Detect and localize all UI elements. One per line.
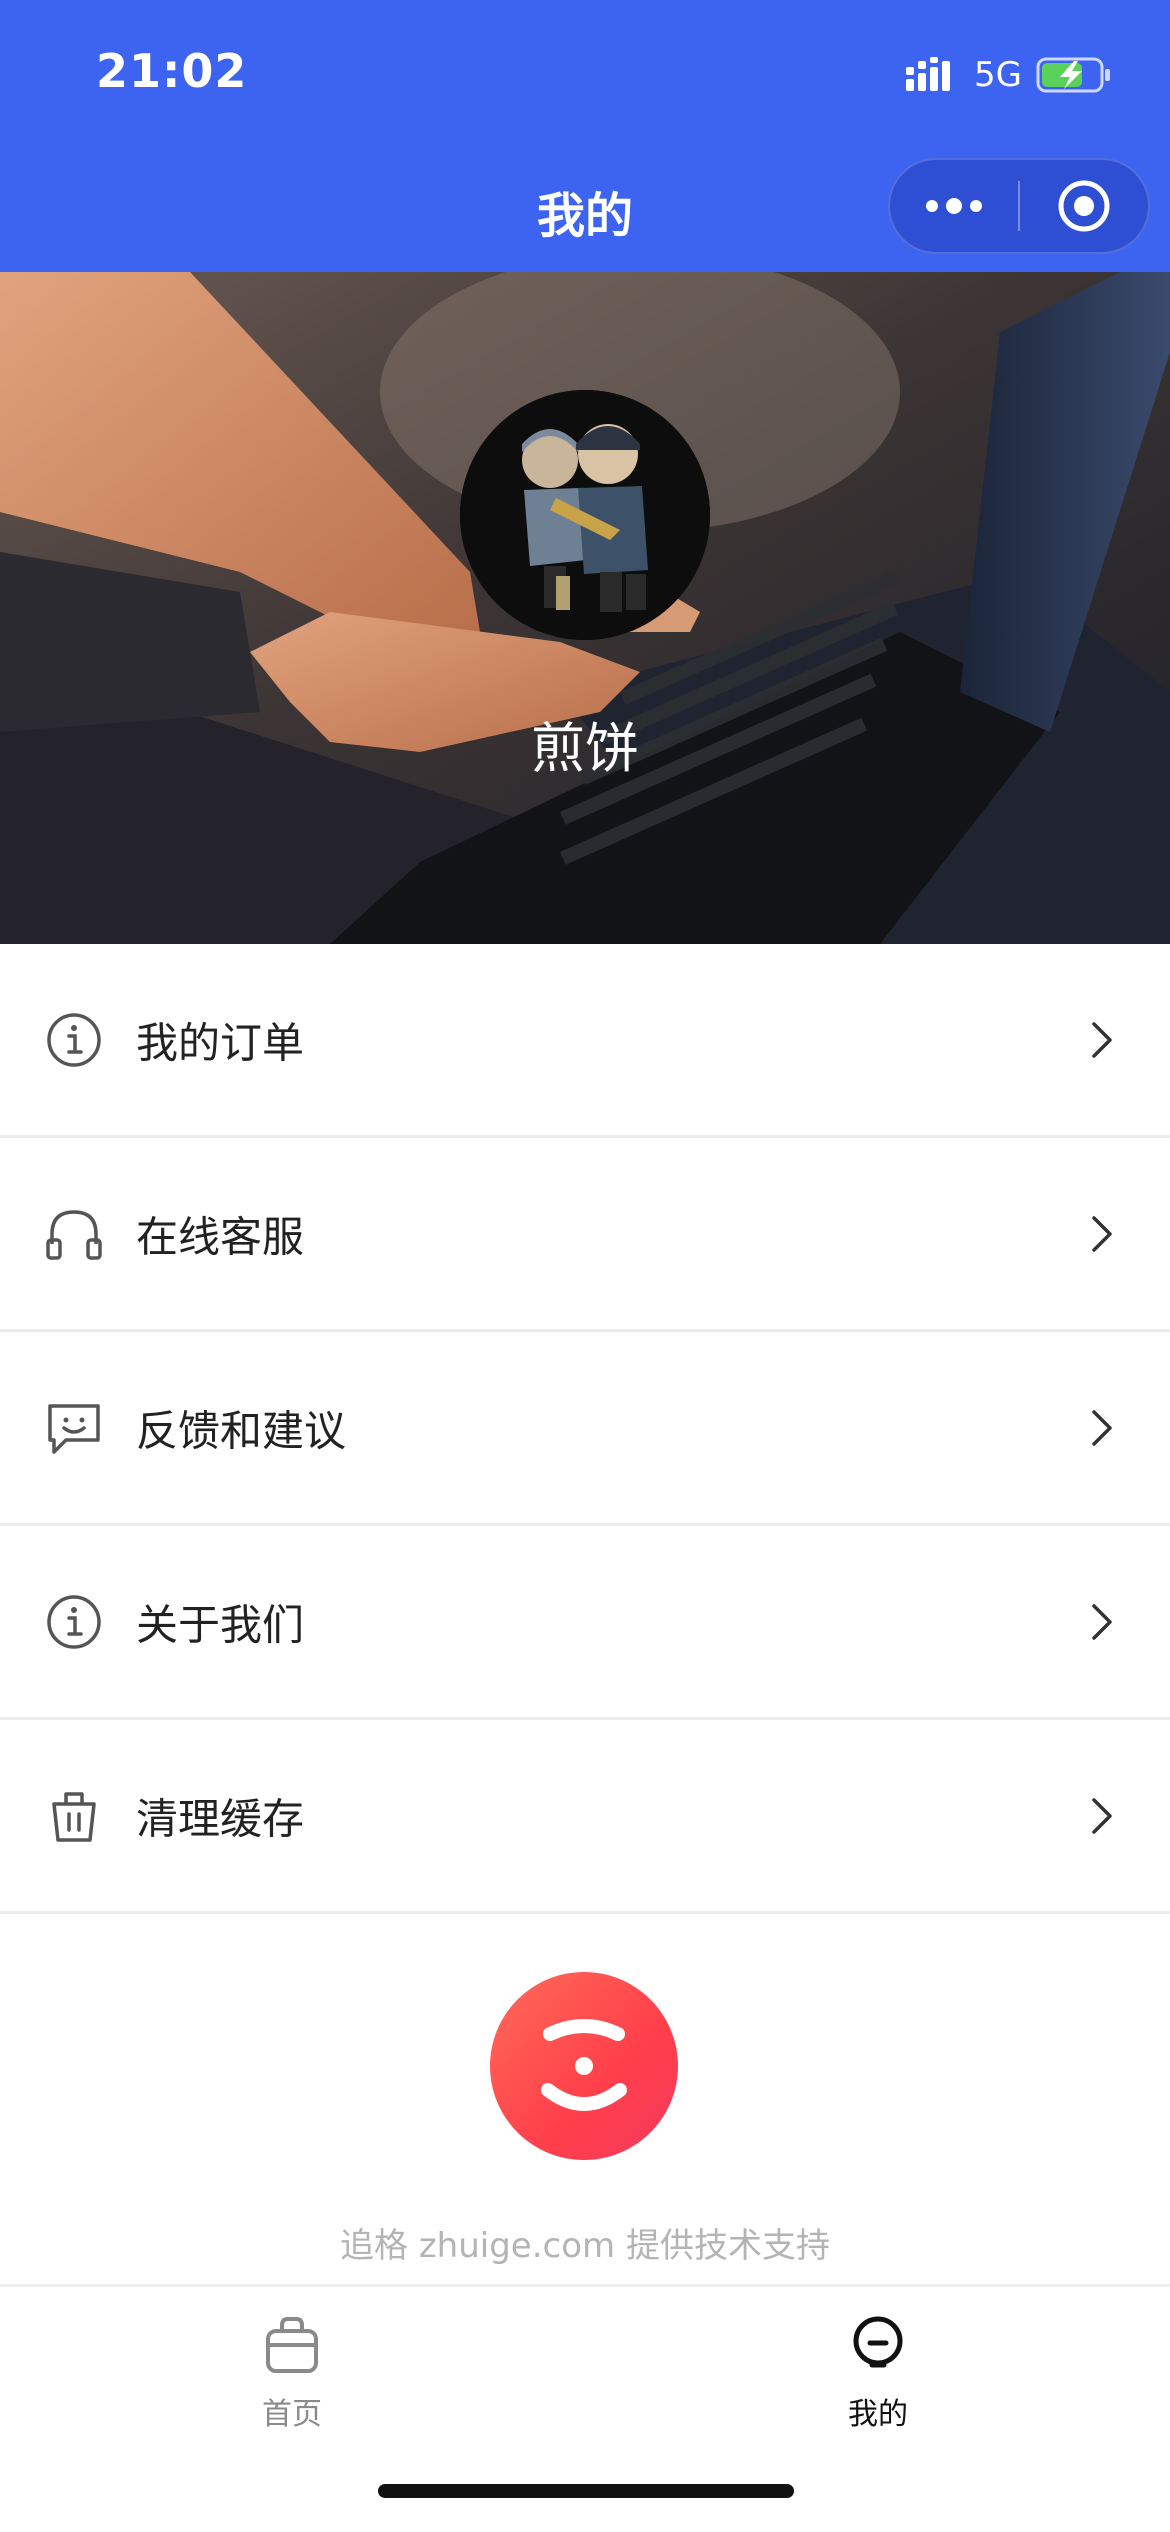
menu-item-about-us[interactable]: 关于我们 xyxy=(0,1526,1170,1720)
tab-label: 首页 xyxy=(262,2397,322,2432)
menu-label: 关于我们 xyxy=(136,1600,305,1649)
profile-face-icon xyxy=(853,2316,903,2368)
profile-banner: 煎饼 xyxy=(0,272,1170,944)
home-indicator[interactable] xyxy=(378,2484,794,2498)
menu-item-clear-cache[interactable]: 清理缓存 xyxy=(0,1720,1170,1914)
status-bar: 21:02 5G xyxy=(0,0,1170,140)
close-miniapp-button[interactable] xyxy=(1020,158,1148,254)
zhuige-logo-icon xyxy=(541,2019,627,2111)
menu-list: 我的订单 在线客服 反馈和建议 关于我们 清理缓存 xyxy=(0,944,1170,1914)
chevron-right-icon xyxy=(1092,1021,1112,1058)
menu-item-my-orders[interactable]: 我的订单 xyxy=(0,944,1170,1138)
more-button[interactable] xyxy=(890,158,1018,254)
menu-label: 清理缓存 xyxy=(136,1794,305,1843)
menu-label: 我的订单 xyxy=(136,1018,305,1067)
username: 煎饼 xyxy=(531,717,639,780)
tab-label: 我的 xyxy=(848,2397,908,2432)
chevron-right-icon xyxy=(1092,1797,1112,1834)
chevron-right-icon xyxy=(1092,1215,1112,1252)
chevron-right-icon xyxy=(1092,1603,1112,1640)
network-label: 5G xyxy=(974,55,1022,95)
header: 21:02 5G 我的 xyxy=(0,0,1170,272)
bag-icon xyxy=(266,2317,318,2373)
tab-mine[interactable]: 我的 xyxy=(778,2313,978,2443)
info-icon xyxy=(47,1594,101,1649)
headphones-icon xyxy=(46,1209,102,1260)
battery-charging-icon xyxy=(1036,57,1110,93)
avatar-image xyxy=(460,390,710,640)
miniapp-capsule xyxy=(888,158,1150,254)
status-indicators: 5G xyxy=(906,52,1112,98)
info-icon xyxy=(47,1012,101,1067)
menu-item-feedback[interactable]: 反馈和建议 xyxy=(0,1332,1170,1526)
chevron-right-icon xyxy=(1092,1409,1112,1446)
trash-icon xyxy=(52,1791,96,1842)
support-text: 追格 zhuige.com 提供技术支持 xyxy=(340,2226,830,2266)
status-time: 21:02 xyxy=(96,44,248,98)
menu-item-online-support[interactable]: 在线客服 xyxy=(0,1138,1170,1332)
signal-icon xyxy=(906,57,951,91)
tab-home[interactable]: 首页 xyxy=(192,2313,392,2443)
more-icon xyxy=(926,198,982,214)
brand-logo[interactable] xyxy=(490,1972,678,2160)
close-miniapp-icon xyxy=(1058,180,1110,232)
feedback-chat-icon xyxy=(48,1403,100,1454)
menu-label: 反馈和建议 xyxy=(136,1406,347,1455)
menu-label: 在线客服 xyxy=(136,1212,305,1261)
avatar[interactable] xyxy=(460,390,710,640)
